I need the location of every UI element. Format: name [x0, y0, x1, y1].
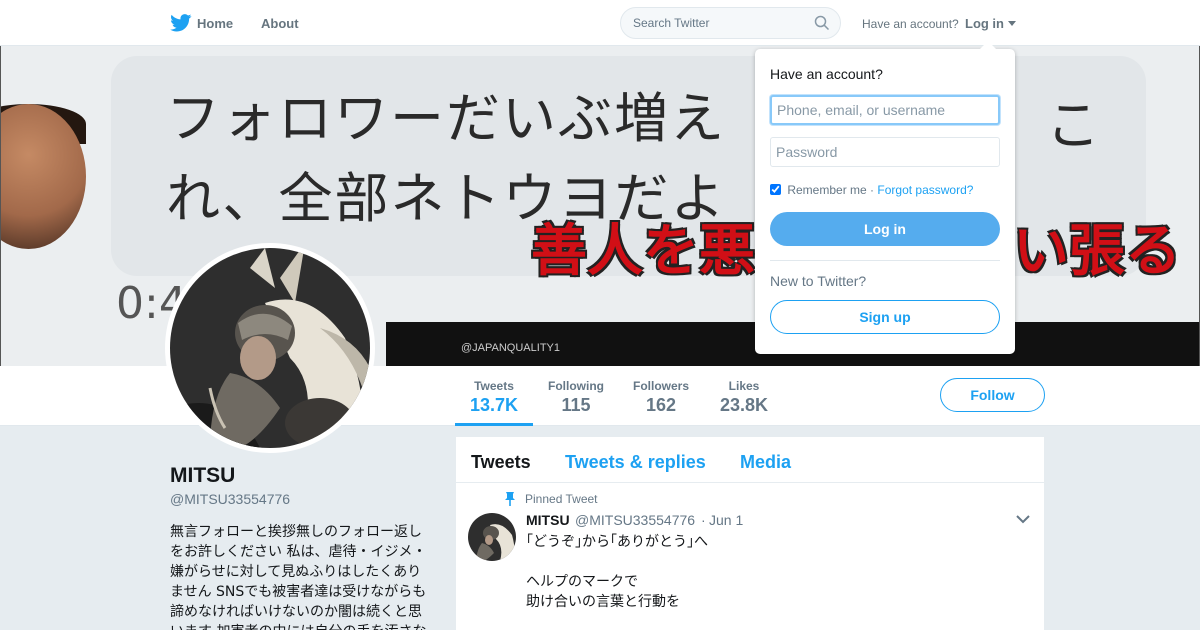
stat-tweets[interactable]: Tweets 13.7K: [455, 366, 533, 426]
stat-label: Following: [548, 379, 604, 393]
stat-label: Followers: [632, 379, 689, 393]
chevron-down-icon[interactable]: [1016, 514, 1030, 524]
signup-button[interactable]: Sign up: [770, 300, 1000, 334]
avatar-image: [170, 248, 370, 448]
banner-strip-handle: @JAPANQUALITY1: [461, 342, 560, 354]
stat-label: Tweets: [474, 379, 514, 393]
search-input[interactable]: Search Twitter: [633, 16, 709, 30]
nav-home-link[interactable]: Home: [197, 16, 233, 31]
caret-down-icon[interactable]: [1008, 21, 1016, 26]
timeline-tabs: Tweets Tweets & replies Media: [456, 437, 1044, 483]
stat-value: 23.8K: [719, 395, 769, 415]
tweet-author-handle[interactable]: @MITSU33554776: [575, 512, 695, 528]
follow-button[interactable]: Follow: [940, 378, 1045, 412]
tweet-text-line: ヘルプのマークで: [526, 574, 638, 590]
tweet-avatar[interactable]: [468, 513, 516, 561]
search-box[interactable]: Search Twitter: [620, 7, 841, 39]
tweet-date[interactable]: Jun 1: [709, 512, 743, 528]
stat-label: Likes: [728, 379, 760, 393]
stat-following[interactable]: Following 115: [545, 366, 607, 426]
remember-me-label[interactable]: Remember me: [787, 183, 866, 197]
stat-followers[interactable]: Followers 162: [630, 366, 692, 426]
avatar[interactable]: [165, 243, 375, 453]
banner-text-line1: フォロワーだいぶ増え: [166, 87, 726, 150]
login-button[interactable]: Log in: [770, 212, 1000, 246]
tweet-author-name[interactable]: MITSU: [526, 512, 570, 528]
banner-text-line1-end: こ: [1046, 94, 1100, 157]
profile-bio: 無言フォローと挨拶無しのフォロー返しをお許しください 私は、虐待・イジメ・嫌がら…: [170, 524, 427, 630]
remember-row: Remember me · Forgot password?: [770, 183, 973, 197]
pinned-tweet-label: Pinned Tweet: [525, 492, 598, 506]
timeline: Tweets Tweets & replies Media Pinned Twe…: [456, 437, 1044, 630]
login-dropdown-toggle[interactable]: Log in: [965, 16, 1004, 31]
tweet-text-line: 助け合いの言葉と行動を: [526, 594, 680, 610]
stat-likes[interactable]: Likes 23.8K: [714, 366, 774, 426]
divider: [770, 260, 1000, 261]
profile-handle[interactable]: @MITSU33554776: [170, 491, 290, 507]
login-dropdown: Have an account? Remember me · Forgot pa…: [755, 41, 1015, 354]
remember-separator: ·: [870, 183, 875, 197]
stat-value: 115: [561, 395, 591, 415]
twitter-bird-icon[interactable]: [170, 14, 192, 32]
nav-about-link[interactable]: About: [261, 16, 299, 31]
tweet-separator: ·: [701, 512, 706, 528]
have-account-text: Have an account?: [862, 17, 959, 31]
username-field[interactable]: [770, 95, 1000, 125]
pin-icon: [505, 492, 515, 506]
stat-value: 162: [645, 395, 677, 415]
remember-me-checkbox[interactable]: [770, 184, 781, 195]
password-field[interactable]: [770, 137, 1000, 167]
stat-value: 13.7K: [469, 395, 519, 415]
search-icon[interactable]: [814, 15, 830, 31]
tab-tweets[interactable]: Tweets: [471, 452, 531, 473]
new-to-twitter-text: New to Twitter?: [770, 273, 867, 289]
avatar-figure-illustration: [170, 248, 370, 448]
login-dropdown-title: Have an account?: [770, 66, 883, 82]
tweet-text-line: ｢どうぞ｣から｢ありがとう｣へ: [526, 534, 708, 550]
top-nav: Home About Search Twitter Have an accoun…: [0, 0, 1200, 46]
forgot-password-link[interactable]: Forgot password?: [877, 183, 973, 197]
profile-name[interactable]: MITSU: [170, 464, 235, 488]
dropdown-arrow: [980, 41, 996, 49]
tab-tweets-and-replies[interactable]: Tweets & replies: [565, 452, 706, 473]
tab-media[interactable]: Media: [740, 452, 791, 473]
